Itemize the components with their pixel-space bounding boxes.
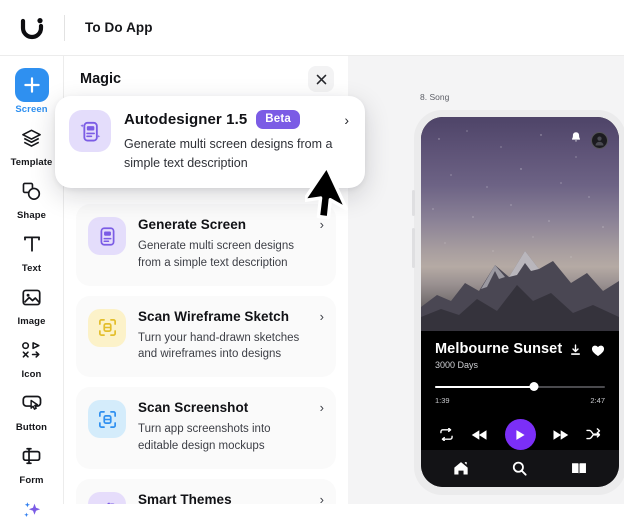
- sidebar-item-template[interactable]: Template: [4, 121, 60, 168]
- sidebar-label-icon: Icon: [21, 369, 42, 380]
- sidebar-label-screen: Screen: [15, 104, 48, 115]
- chevron-right-icon[interactable]: ›: [320, 493, 324, 504]
- mouse-pointer-arrow-icon: [302, 164, 361, 229]
- sidebar-label-button: Button: [15, 422, 48, 433]
- frame-label[interactable]: 8. Song: [420, 92, 449, 102]
- magic-item-desc: Turn app screenshots into editable desig…: [138, 423, 271, 452]
- sidebar-item-magic[interactable]: [4, 494, 60, 528]
- phone-side-button: [412, 190, 415, 216]
- player-controls: [435, 419, 605, 451]
- phone-status-icons: [570, 131, 608, 149]
- magic-item-body: Generate Screen Generate multi screen de…: [138, 217, 324, 272]
- autodesigner-body: Autodesigner 1.5 Beta › Generate multi s…: [124, 110, 349, 172]
- time-elapsed: 1:39: [435, 396, 450, 406]
- header-divider: [64, 14, 65, 41]
- sidebar-label-template: Template: [10, 157, 53, 168]
- top-bar: To Do App: [0, 0, 624, 56]
- magic-item-scan-screenshot[interactable]: Scan Screenshot Turn app screenshots int…: [76, 387, 336, 469]
- autodesigner-title-row: Autodesigner 1.5 Beta ›: [124, 110, 349, 129]
- time-labels: 1:39 2:47: [435, 396, 605, 405]
- image-icon: [15, 280, 49, 314]
- sidebar-label-shape: Shape: [16, 210, 46, 221]
- magic-item-body: Smart Themes Create unique design themes: [138, 492, 324, 504]
- form-input-icon: [15, 439, 49, 473]
- download-icon[interactable]: [569, 344, 582, 362]
- magic-item-body: Scan Screenshot Turn app screenshots int…: [138, 400, 324, 455]
- screen-document-icon: [88, 217, 126, 255]
- magic-item-desc: Generate multi screen designs from a sim…: [138, 240, 294, 269]
- avatar-icon[interactable]: [591, 131, 608, 149]
- seek-progress: [435, 386, 534, 389]
- song-artist: 3000 Days: [435, 360, 479, 371]
- chevron-right-icon[interactable]: ›: [320, 401, 324, 414]
- autodesigner-screen-icon: [69, 110, 111, 152]
- repeat-icon[interactable]: [439, 428, 454, 442]
- close-icon[interactable]: [308, 66, 334, 92]
- sparkles-icon: [15, 494, 49, 528]
- magic-item-title: Scan Wireframe Sketch: [138, 308, 289, 324]
- sidebar-item-text[interactable]: Text: [4, 227, 60, 274]
- scan-frame-icon: [88, 400, 126, 439]
- magic-panel-title: Magic: [80, 71, 122, 87]
- phone-mockup[interactable]: Melbourne Sunset 3000 Days 1:39 2:47: [412, 110, 624, 495]
- magic-item-generate-screen[interactable]: Generate Screen Generate multi screen de…: [76, 204, 336, 286]
- magic-item-title: Scan Screenshot: [138, 400, 249, 416]
- play-button[interactable]: [504, 419, 536, 451]
- chevron-right-icon[interactable]: ›: [320, 310, 324, 323]
- song-info-row: Melbourne Sunset 3000 Days: [435, 341, 605, 370]
- rewind-icon[interactable]: [471, 429, 488, 441]
- sidebar-item-form[interactable]: Form: [4, 439, 60, 486]
- icon-grid-icon: [15, 333, 49, 367]
- autodesigner-desc: Generate multi screen designs from a sim…: [124, 137, 333, 170]
- seek-bar[interactable]: [435, 382, 605, 392]
- home-icon[interactable]: [453, 461, 469, 476]
- plus-icon: [14, 68, 49, 102]
- status-badge: Beta: [256, 110, 301, 129]
- phone-tab-bar: [421, 450, 619, 487]
- mountain-silhouette: [421, 251, 619, 332]
- fast-forward-icon[interactable]: [552, 429, 569, 441]
- sidebar-label-image: Image: [17, 316, 46, 327]
- magic-item-desc: Turn your hand-drawn sketches and wirefr…: [138, 331, 300, 361]
- phone-screen: Melbourne Sunset 3000 Days 1:39 2:47: [421, 117, 619, 487]
- song-text-block: Melbourne Sunset 3000 Days: [435, 341, 569, 370]
- logo-container[interactable]: [0, 15, 64, 41]
- seek-handle[interactable]: [529, 382, 539, 392]
- scan-frame-icon: [88, 308, 126, 347]
- sidebar-item-icon[interactable]: Icon: [4, 333, 60, 380]
- layers-icon: [15, 121, 49, 155]
- sidebar-label-text: Text: [21, 263, 42, 274]
- autodesigner-title: Autodesigner 1.5: [124, 111, 248, 128]
- heart-icon[interactable]: [591, 344, 605, 362]
- magic-item-smart-themes[interactable]: Smart Themes Create unique design themes…: [76, 478, 336, 504]
- phone-volume-button: [412, 228, 415, 268]
- sidebar-label-form: Form: [19, 475, 44, 486]
- shapes-icon: [15, 174, 49, 208]
- time-total: 2:47: [590, 396, 605, 406]
- library-book-icon[interactable]: [571, 462, 587, 475]
- magic-item-title: Smart Themes: [138, 491, 232, 504]
- magic-item-body: Scan Wireframe Sketch Turn your hand-dra…: [138, 309, 324, 364]
- button-cursor-icon: [15, 386, 49, 420]
- music-player: Melbourne Sunset 3000 Days 1:39 2:47: [421, 331, 619, 451]
- bell-icon[interactable]: [570, 131, 582, 149]
- app-root: To Do App 8. Song Melbourne Sunset 3000 …: [0, 0, 624, 517]
- theme-palette-icon: [88, 491, 126, 504]
- sidebar-item-button[interactable]: Button: [4, 386, 60, 433]
- chevron-right-icon[interactable]: ›: [344, 112, 349, 128]
- magic-item-title: Generate Screen: [138, 217, 247, 232]
- text-t-icon: [15, 227, 49, 261]
- shuffle-icon[interactable]: [586, 428, 601, 441]
- song-title: Melbourne Sunset: [435, 341, 563, 358]
- sidebar-item-shape[interactable]: Shape: [4, 174, 60, 221]
- document-title[interactable]: To Do App: [85, 20, 153, 35]
- hero-image: [421, 117, 619, 332]
- uizard-smiley-logo-icon: [19, 15, 45, 41]
- sidebar-item-image[interactable]: Image: [4, 280, 60, 327]
- search-icon[interactable]: [512, 461, 528, 476]
- magic-item-scan-wireframe-sketch[interactable]: Scan Wireframe Sketch Turn your hand-dra…: [76, 295, 336, 378]
- sidebar-item-screen[interactable]: Screen: [4, 68, 60, 115]
- song-actions: [569, 341, 605, 362]
